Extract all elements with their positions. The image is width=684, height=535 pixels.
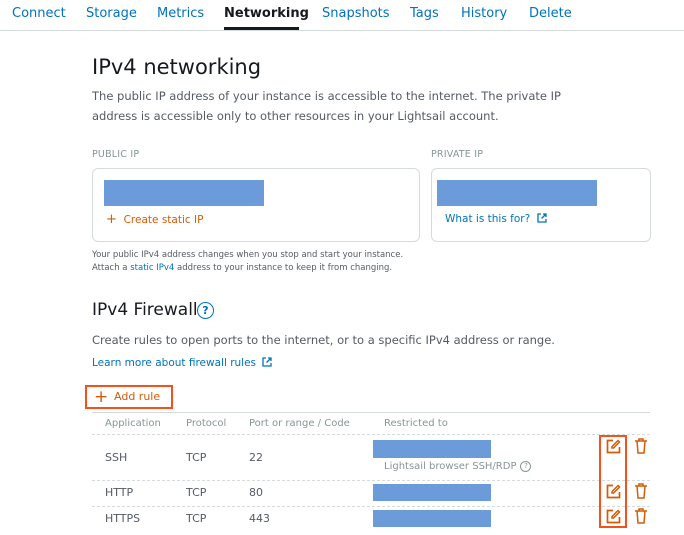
tab-snapshots[interactable]: Snapshots	[322, 6, 390, 21]
plus-icon: +	[106, 212, 117, 227]
cell-protocol: TCP	[186, 512, 207, 525]
add-rule-button[interactable]: + Add rule	[85, 385, 173, 409]
tab-metrics[interactable]: Metrics	[157, 6, 204, 21]
restricted-ip-redacted	[373, 510, 491, 527]
column-header-protocol: Protocol	[186, 418, 227, 429]
note-prefix: Attach a	[92, 263, 131, 273]
help-circle-icon[interactable]: ?	[520, 461, 532, 472]
cell-protocol: TCP	[186, 451, 207, 464]
cell-port: 443	[249, 512, 270, 525]
public-ip-label: PUBLIC IP	[92, 149, 140, 160]
public-ip-value-redacted	[104, 180, 264, 206]
private-ip-value-redacted	[437, 180, 597, 206]
add-rule-label: Add rule	[114, 390, 161, 403]
what-is-this-label: What is this for?	[445, 213, 531, 225]
cell-application: HTTPS	[105, 512, 141, 525]
header-divider	[92, 434, 650, 435]
external-link-icon	[262, 357, 273, 367]
restricted-ip-redacted	[373, 440, 491, 458]
what-is-this-link[interactable]: What is this for?	[445, 213, 547, 225]
public-ip-note: Your public IPv4 address changes when yo…	[92, 249, 403, 275]
tab-connect[interactable]: Connect	[12, 6, 66, 21]
note-suffix: address to your instance to keep it from…	[174, 263, 393, 273]
tab-bar: Connect Storage Metrics Networking Snaps…	[0, 0, 684, 31]
firewall-description: Create rules to open ports to the intern…	[92, 333, 555, 347]
cell-port: 22	[249, 451, 263, 464]
row-divider	[92, 480, 650, 481]
tab-networking[interactable]: Networking	[224, 6, 309, 21]
create-static-ip-label: Create static IP	[123, 214, 204, 226]
edit-icon[interactable]	[606, 509, 621, 524]
public-ip-note-line2: Attach a static IPv4 address to your ins…	[92, 262, 403, 275]
static-ipv4-link[interactable]: static IPv4	[130, 263, 174, 273]
learn-more-label: Learn more about firewall rules	[92, 357, 257, 369]
learn-more-firewall-link[interactable]: Learn more about firewall rules	[92, 357, 273, 369]
restricted-note: Lightsail browser SSH/RDP?	[384, 461, 532, 472]
tab-delete[interactable]: Delete	[529, 6, 572, 21]
plus-icon: +	[94, 387, 109, 407]
edit-icon[interactable]	[606, 439, 621, 454]
active-tab-indicator	[224, 27, 299, 30]
cell-port: 80	[249, 486, 263, 499]
row-divider	[92, 506, 650, 507]
trash-icon[interactable]	[634, 508, 648, 524]
table-top-border	[92, 412, 650, 413]
column-header-application: Application	[105, 418, 161, 429]
external-link-icon	[536, 213, 547, 223]
column-header-port: Port or range / Code	[249, 418, 350, 429]
column-header-restricted: Restricted to	[384, 418, 448, 429]
private-ip-label: PRIVATE IP	[431, 149, 484, 160]
tab-history[interactable]: History	[461, 6, 507, 21]
ipv4-description: The public IP address of your instance i…	[92, 89, 561, 123]
public-ip-note-line1: Your public IPv4 address changes when yo…	[92, 250, 404, 260]
cell-application: SSH	[105, 451, 128, 464]
firewall-title: IPv4 Firewall	[92, 300, 198, 320]
cell-protocol: TCP	[186, 486, 207, 499]
help-circle-icon[interactable]: ?	[197, 302, 214, 319]
restricted-ip-redacted	[373, 484, 491, 501]
restricted-note-label: Lightsail browser SSH/RDP	[384, 461, 517, 472]
cell-application: HTTP	[105, 486, 134, 499]
tab-tags[interactable]: Tags	[410, 6, 439, 21]
create-static-ip-link[interactable]: + Create static IP	[106, 212, 203, 227]
tab-storage[interactable]: Storage	[86, 6, 137, 21]
private-ip-card: What is this for?	[431, 168, 651, 242]
trash-icon[interactable]	[634, 438, 648, 454]
ipv4-networking-title: IPv4 networking	[92, 55, 262, 79]
trash-icon[interactable]	[634, 483, 648, 499]
edit-icon[interactable]	[606, 484, 621, 499]
public-ip-card: + Create static IP	[92, 168, 420, 242]
